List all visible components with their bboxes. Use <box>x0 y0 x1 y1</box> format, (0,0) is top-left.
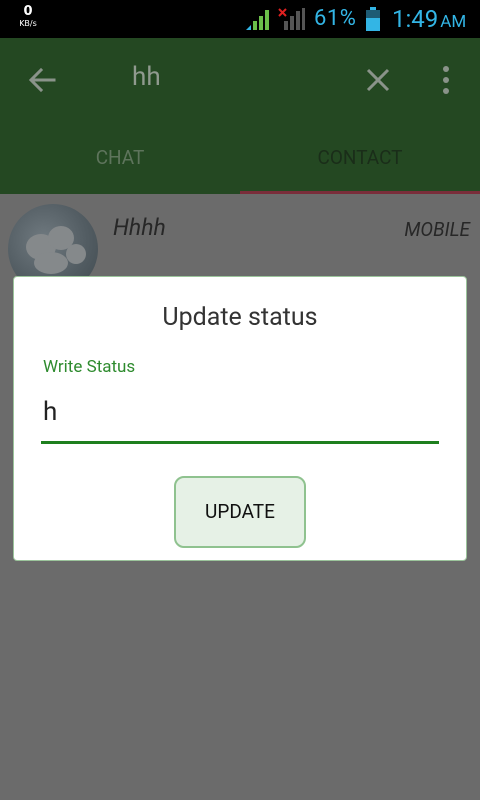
contact-name: Hhhh <box>113 214 166 241</box>
tab-contact[interactable]: CONTACT <box>240 122 480 194</box>
update-status-dialog: Update status Write Status h UPDATE <box>13 276 467 561</box>
battery-percent: 61% <box>314 6 357 31</box>
network-speed-unit: KB/s <box>19 19 37 28</box>
contact-phone-type: MOBILE <box>404 218 470 241</box>
more-vert-icon[interactable] <box>436 64 456 96</box>
network-speed-indicator: 0 KB/s <box>14 5 42 29</box>
status-input-underline <box>41 441 439 444</box>
battery-icon <box>366 7 380 31</box>
status-input[interactable]: h <box>43 397 57 427</box>
dialog-title: Update status <box>162 303 318 332</box>
no-signal-icon <box>278 8 305 30</box>
update-button[interactable]: UPDATE <box>174 476 306 548</box>
close-icon[interactable] <box>362 64 394 96</box>
clock-ampm: AM <box>440 12 467 32</box>
search-toolbar: hh <box>0 38 480 122</box>
signal-strength-icon <box>246 10 269 30</box>
status-clock: 1:49 AM <box>392 5 466 33</box>
status-bar: 0 KB/s 61% 1:49 AM <box>0 0 480 38</box>
clock-time: 1:49 <box>392 5 439 33</box>
arrow-back-icon[interactable] <box>26 64 58 96</box>
network-speed-value: 0 <box>23 4 33 19</box>
tab-chat[interactable]: CHAT <box>0 122 240 194</box>
tab-bar: CHAT CONTACT <box>0 122 480 194</box>
status-field-label: Write Status <box>43 357 136 377</box>
search-input[interactable]: hh <box>132 62 161 92</box>
